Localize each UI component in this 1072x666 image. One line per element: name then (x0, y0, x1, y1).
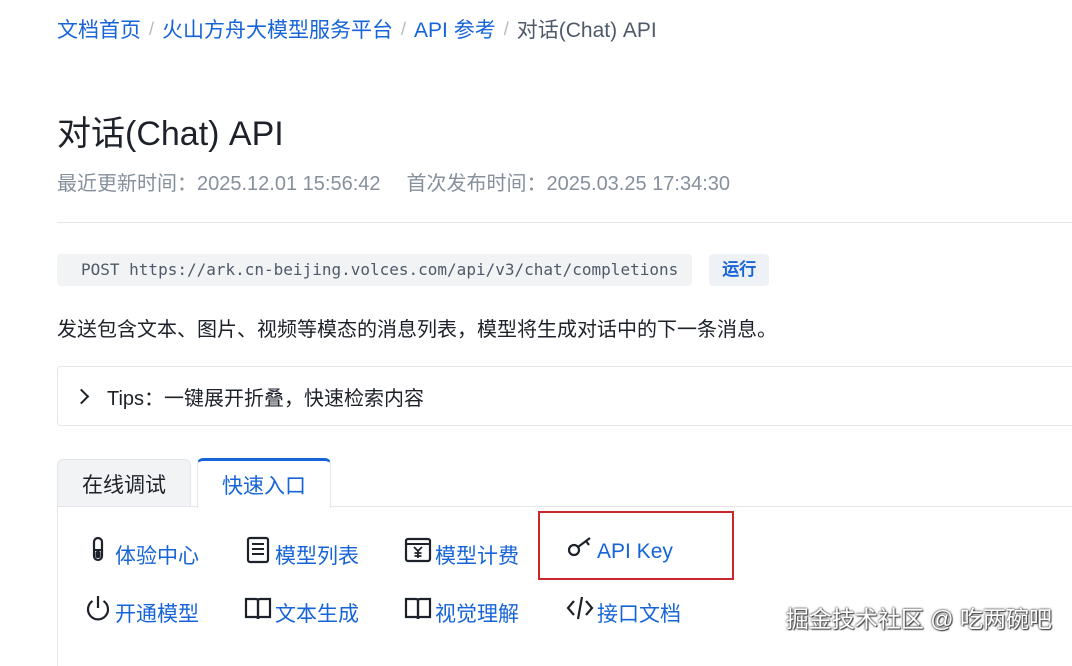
tab-label: 在线调试 (82, 473, 166, 497)
quick-link-api-docs[interactable]: 接口文档 (565, 588, 681, 628)
quick-link-model-list[interactable]: 模型列表 (243, 530, 359, 570)
breadcrumb-separator: / (401, 18, 407, 39)
tab-quick-entry[interactable]: 快速入口 (197, 458, 331, 508)
key-icon (565, 532, 595, 562)
quick-link-label: 接口文档 (597, 603, 681, 626)
updated-time: 最近更新时间：2025.12.01 15:56:42 (57, 173, 381, 195)
run-button[interactable]: 运行 (709, 254, 770, 286)
published-time: 首次发布时间：2025.03.25 17:34:30 (406, 173, 731, 195)
book-icon (243, 593, 273, 623)
breadcrumb-docs-home[interactable]: 文档首页 (57, 14, 141, 44)
endpoint-row: POST https://ark.cn-beijing.volces.com/a… (57, 254, 770, 286)
billing-icon (403, 535, 433, 565)
quick-link-text-generation[interactable]: 文本生成 (243, 588, 359, 628)
quick-link-api-key[interactable]: API Key (565, 530, 673, 564)
tab-bar: 在线调试 快速入口 (57, 457, 331, 508)
tab-label: 快速入口 (222, 474, 306, 498)
endpoint-code: POST https://ark.cn-beijing.volces.com/a… (57, 254, 693, 286)
test-tube-icon (83, 535, 113, 565)
tips-label: Tips：一键展开折叠，快速检索内容 (107, 387, 425, 410)
quick-link-label: 体验中心 (115, 545, 199, 568)
quick-link-label: 模型计费 (435, 545, 519, 568)
quick-link-label: 开通模型 (115, 603, 199, 626)
page-meta: 最近更新时间：2025.12.01 15:56:42 首次发布时间：2025.0… (57, 167, 730, 196)
watermark: 掘金技术社区 @ 吃两碗吧 (785, 606, 1052, 632)
quick-link-enable-model[interactable]: 开通模型 (83, 588, 199, 628)
quick-link-visual-understanding[interactable]: 视觉理解 (403, 588, 519, 628)
quick-link-label: API Key (597, 540, 673, 563)
breadcrumb-ark-platform[interactable]: 火山方舟大模型服务平台 (162, 14, 393, 44)
breadcrumb-api-reference[interactable]: API 参考 (414, 14, 496, 44)
breadcrumb: 文档首页 / 火山方舟大模型服务平台 / API 参考 / 对话(Chat) A… (57, 14, 657, 44)
quick-link-label: 文本生成 (275, 603, 359, 626)
tab-online-debug[interactable]: 在线调试 (57, 459, 191, 507)
divider (57, 222, 1072, 223)
tips-collapse[interactable]: Tips：一键展开折叠，快速检索内容 (57, 366, 1072, 426)
quick-link-model-billing[interactable]: 模型计费 (403, 530, 519, 570)
list-icon (243, 535, 273, 565)
breadcrumb-separator: / (503, 18, 509, 39)
power-icon (83, 593, 113, 623)
breadcrumb-current: 对话(Chat) API (516, 19, 657, 42)
quick-link-label: 视觉理解 (435, 603, 519, 626)
chevron-right-icon (73, 388, 90, 404)
book-icon (403, 593, 433, 623)
api-description: 发送包含文本、图片、视频等模态的消息列表，模型将生成对话中的下一条消息。 (57, 319, 777, 341)
quick-link-experience-center[interactable]: 体验中心 (83, 530, 199, 570)
breadcrumb-separator: / (149, 18, 155, 39)
page-title: 对话(Chat) API (57, 115, 284, 153)
code-icon (565, 593, 595, 623)
quick-link-label: 模型列表 (275, 545, 359, 568)
